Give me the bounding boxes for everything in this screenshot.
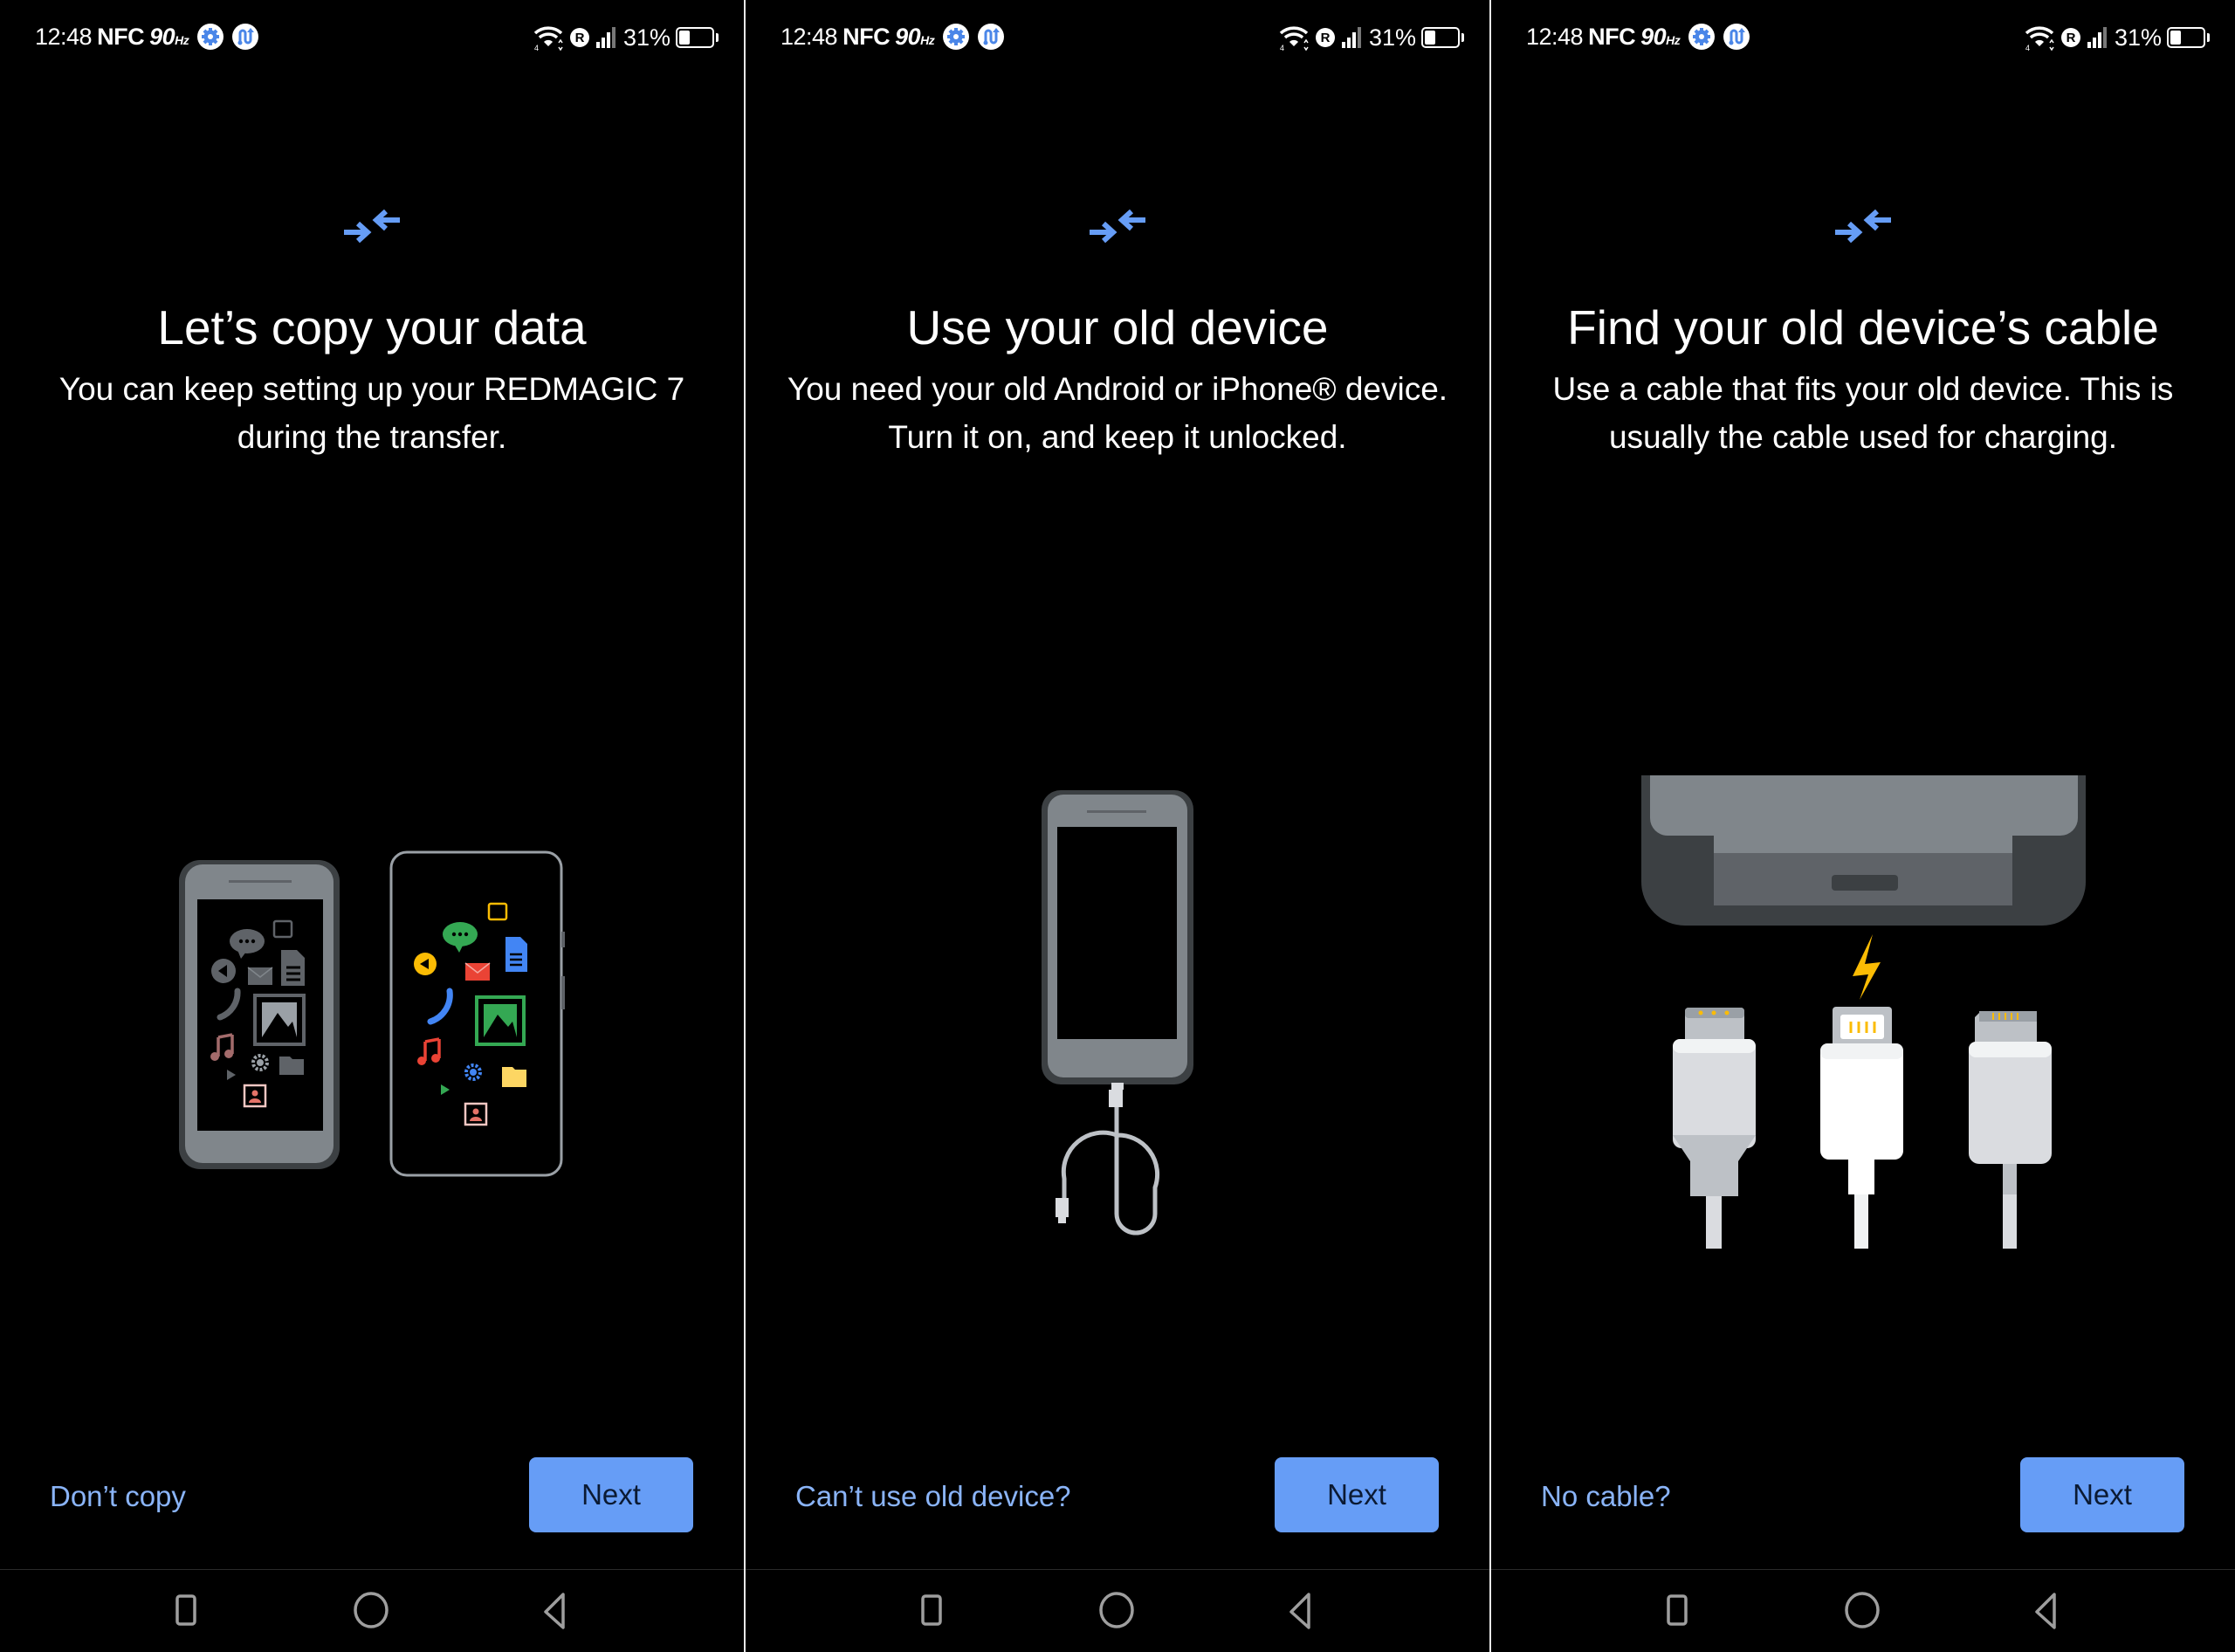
navigation-bar	[0, 1572, 744, 1652]
navigation-bar	[746, 1572, 1489, 1652]
back-triangle-icon[interactable]	[535, 1589, 577, 1631]
old-phone-illustration	[1042, 790, 1193, 1084]
secondary-action-link[interactable]: Don’t copy	[50, 1476, 186, 1518]
recents-square-icon[interactable]	[165, 1589, 207, 1631]
new-phone-illustration	[389, 850, 565, 1177]
nav-bar-divider	[0, 1569, 744, 1570]
screen-find-cable: 12:48 NFC 90Hz 4 R 31% Find your old devic…	[1491, 0, 2235, 1652]
recents-square-icon[interactable]	[911, 1589, 952, 1631]
screen-copy-data: 12:48 NFC 90Hz 4 R 31% Let’s copy your dat…	[0, 0, 744, 1652]
lightning-cable	[1820, 1007, 1903, 1249]
illustration	[1491, 0, 2235, 1397]
next-button[interactable]: Next	[1275, 1457, 1439, 1532]
home-circle-icon[interactable]	[1841, 1589, 1883, 1631]
nav-bar-divider	[746, 1569, 1489, 1570]
home-circle-icon[interactable]	[350, 1589, 392, 1631]
recents-square-icon[interactable]	[1656, 1589, 1698, 1631]
navigation-bar	[1491, 1572, 2235, 1652]
screen-use-old-device: 12:48 NFC 90Hz 4 R 31% Use your old device…	[746, 0, 1489, 1652]
secondary-action-link[interactable]: No cable?	[1541, 1476, 1671, 1518]
illustration	[0, 0, 744, 1397]
charging-bolt-icon	[1853, 934, 1881, 1000]
usb-c-cable	[1673, 1008, 1756, 1249]
old-phone-illustration	[179, 860, 340, 1169]
secondary-action-link[interactable]: Can’t use old device?	[795, 1476, 1071, 1518]
next-button[interactable]: Next	[529, 1457, 693, 1532]
next-button[interactable]: Next	[2020, 1457, 2184, 1532]
back-triangle-icon[interactable]	[1281, 1589, 1323, 1631]
back-triangle-icon[interactable]	[2026, 1589, 2068, 1631]
micro-usb-cable	[1969, 1011, 2052, 1249]
nav-bar-divider	[1491, 1569, 2235, 1570]
phone-bottom-port-illustration	[1641, 775, 2086, 926]
usb-cable-illustration	[1056, 1083, 1160, 1236]
illustration	[746, 0, 1489, 1397]
home-circle-icon[interactable]	[1096, 1589, 1138, 1631]
